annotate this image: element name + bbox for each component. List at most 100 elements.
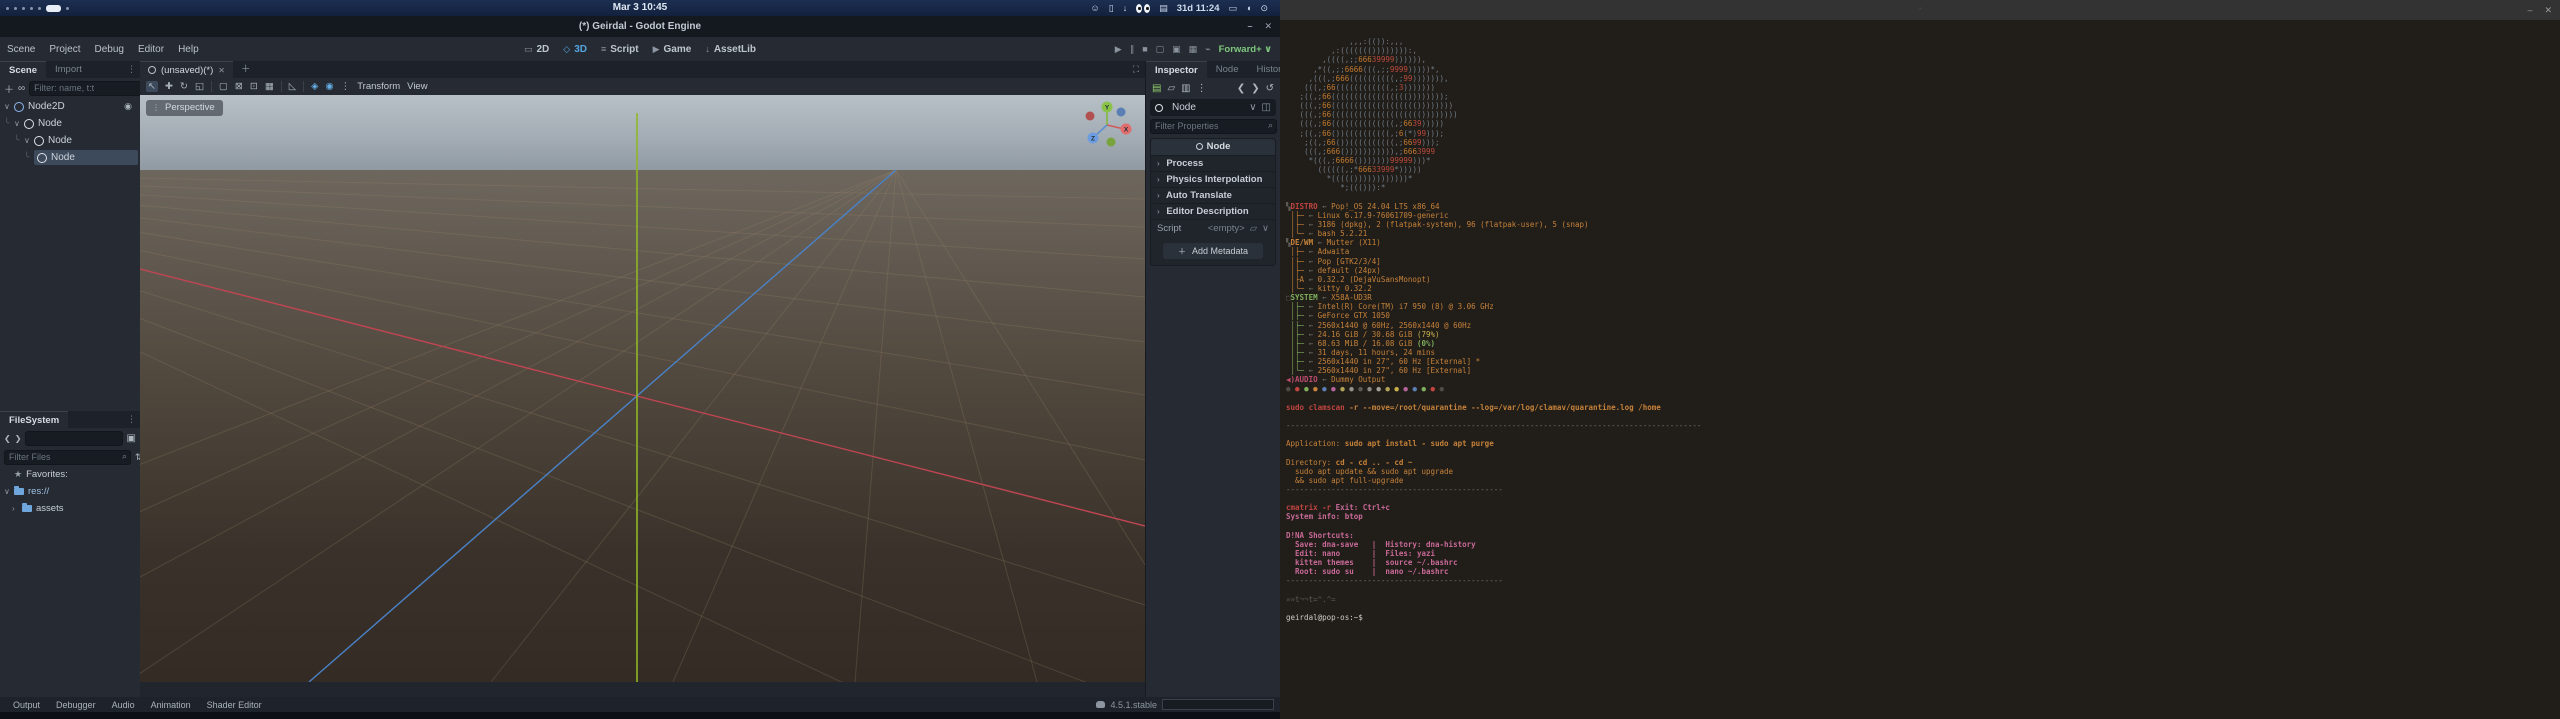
3d-viewport[interactable]: ⋮ Perspective Y X Z bbox=[140, 95, 1145, 682]
display-icon[interactable]: ▭ bbox=[1229, 0, 1238, 16]
download-icon[interactable]: ↓ bbox=[1123, 0, 1128, 16]
tab-scene[interactable]: Scene bbox=[0, 61, 46, 78]
close-button[interactable]: ✕ bbox=[2544, 5, 2552, 16]
add-metadata-button[interactable]: ＋ Add Metadata bbox=[1163, 243, 1263, 259]
view-menu[interactable]: View bbox=[407, 81, 427, 92]
godot-titlebar[interactable]: (*) Geirdal - Godot Engine – ✕ bbox=[0, 16, 1280, 37]
folder-row[interactable]: › assets bbox=[0, 500, 140, 517]
version-label[interactable]: 4.5.1.stable bbox=[1110, 700, 1157, 710]
category-editor-description[interactable]: › Editor Description bbox=[1151, 203, 1275, 219]
lock-button[interactable]: ⊠ bbox=[235, 81, 243, 92]
movie-maker-button[interactable]: ⌁ bbox=[1205, 44, 1210, 55]
notification-icon[interactable]: ☺ bbox=[1091, 0, 1100, 16]
object-section-header[interactable]: Node bbox=[1151, 139, 1275, 155]
battery-icon[interactable]: ▯ bbox=[1109, 0, 1114, 16]
tab-debugger[interactable]: Debugger bbox=[49, 700, 103, 710]
load-resource-button[interactable]: ▱ bbox=[1167, 83, 1175, 94]
close-tab-icon[interactable]: ✕ bbox=[218, 66, 225, 75]
chevron-down-icon[interactable]: ∨ bbox=[1262, 223, 1269, 234]
script-value[interactable]: <empty> bbox=[1208, 223, 1245, 234]
category-process[interactable]: › Process bbox=[1151, 155, 1275, 171]
terminal-titlebar[interactable]: · – ✕ bbox=[1280, 0, 2560, 20]
tab-filesystem[interactable]: FileSystem bbox=[0, 411, 69, 428]
res-root-row[interactable]: ∨ res:// bbox=[0, 483, 140, 500]
nav-forward-button[interactable]: ❯ bbox=[15, 434, 22, 443]
group-button[interactable]: ▦ bbox=[265, 81, 274, 92]
script-property-row[interactable]: Script <empty> ▱ ∨ bbox=[1151, 219, 1275, 237]
tree-row-selected[interactable]: ╰ Node bbox=[0, 149, 140, 166]
path-input[interactable] bbox=[25, 430, 123, 446]
play-scene-button[interactable]: ▣ bbox=[1172, 44, 1181, 55]
nav-back-button[interactable]: ❮ bbox=[4, 434, 11, 443]
category-auto-translate[interactable]: › Auto Translate bbox=[1151, 187, 1275, 203]
remote-debug-button[interactable]: ▢ bbox=[1156, 44, 1165, 55]
transform-menu[interactable]: Transform bbox=[357, 81, 400, 92]
dock-menu-icon[interactable]: ⋮ bbox=[123, 411, 140, 428]
chevron-right-icon[interactable]: › bbox=[12, 504, 22, 513]
instance-scene-button[interactable]: ∞ bbox=[18, 83, 25, 94]
tab-audio[interactable]: Audio bbox=[105, 700, 142, 710]
minimize-button[interactable]: – bbox=[2527, 5, 2532, 15]
ruler-tool[interactable]: ◺ bbox=[289, 81, 296, 92]
close-button[interactable]: ✕ bbox=[1264, 16, 1272, 37]
scene-filter-input[interactable] bbox=[29, 80, 157, 96]
edited-object-row[interactable]: Node ∨ ◫ bbox=[1150, 99, 1276, 116]
menu-help[interactable]: Help bbox=[171, 44, 206, 55]
unlock-button[interactable]: ⊡ bbox=[250, 81, 258, 92]
toolbar-menu-icon[interactable]: ⋮ bbox=[341, 81, 351, 92]
chevron-down-icon[interactable]: ∨ bbox=[1249, 102, 1256, 113]
visibility-icon[interactable]: ◉ bbox=[124, 101, 132, 112]
renderer-select[interactable]: Forward+ ∨ bbox=[1219, 44, 1272, 55]
expand-viewport-icon[interactable]: ⛶ bbox=[1127, 61, 1145, 78]
history-back-button[interactable]: ❮ bbox=[1237, 83, 1245, 94]
resource-menu-icon[interactable]: ⋮ bbox=[1197, 83, 1207, 94]
tab-node[interactable]: Node bbox=[1207, 61, 1248, 78]
menu-debug[interactable]: Debug bbox=[87, 44, 130, 55]
dock-menu-icon[interactable]: ⋮ bbox=[123, 61, 140, 78]
file-filter-input[interactable] bbox=[4, 449, 131, 465]
tab-import[interactable]: Import bbox=[46, 61, 91, 78]
add-node-button[interactable]: ＋ bbox=[4, 81, 14, 96]
chevron-down-icon[interactable]: ∨ bbox=[4, 102, 14, 111]
snap-toggle[interactable]: ◈ bbox=[311, 81, 318, 92]
tab-shader-editor[interactable]: Shader Editor bbox=[200, 700, 269, 710]
uptime-text[interactable]: 31d 11:24 bbox=[1177, 3, 1220, 14]
history-forward-button[interactable]: ❯ bbox=[1251, 83, 1259, 94]
tab-output[interactable]: Output bbox=[6, 700, 47, 710]
load-script-icon[interactable]: ▱ bbox=[1250, 223, 1257, 234]
play-custom-scene-button[interactable]: ▦ bbox=[1189, 44, 1198, 55]
object-history-button[interactable]: ↺ bbox=[1266, 83, 1274, 94]
stop-button[interactable]: ■ bbox=[1142, 44, 1147, 54]
clock[interactable]: Mar 3 10:45 bbox=[0, 0, 1280, 16]
play-button[interactable]: ▶ bbox=[1115, 44, 1122, 55]
save-resource-button[interactable]: ▥ bbox=[1181, 83, 1190, 94]
perspective-button[interactable]: ⋮ Perspective bbox=[146, 100, 223, 116]
menu-editor[interactable]: Editor bbox=[131, 44, 171, 55]
rotate-tool[interactable]: ↻ bbox=[180, 81, 188, 92]
chevron-down-icon[interactable]: ∨ bbox=[14, 119, 24, 128]
preview-environment-toggle[interactable]: ◉ bbox=[325, 81, 333, 92]
split-view-icon[interactable]: ▣ bbox=[127, 433, 136, 444]
volume-icon[interactable]: ◖ bbox=[1246, 0, 1251, 16]
menu-project[interactable]: Project bbox=[42, 44, 87, 55]
open-docs-icon[interactable]: ◫ bbox=[1262, 102, 1271, 113]
pause-button[interactable]: ∥ bbox=[1130, 44, 1135, 55]
terminal-screen[interactable]: ,,,:(()):,,, ,:((((((()))))))):, ,((((,;… bbox=[1280, 20, 2560, 719]
property-filter-input[interactable] bbox=[1150, 118, 1277, 134]
box-select-tool[interactable]: ▢ bbox=[219, 81, 228, 92]
tree-row[interactable]: ∨ Node2D ◉ bbox=[0, 98, 140, 115]
scale-tool[interactable]: ◱ bbox=[195, 81, 204, 92]
tab-animation[interactable]: Animation bbox=[144, 700, 198, 710]
chevron-down-icon[interactable]: ∨ bbox=[24, 136, 34, 145]
favorites-row[interactable]: ★ Favorites: bbox=[0, 466, 140, 483]
scene-tab[interactable]: (unsaved)(*) ✕ bbox=[140, 61, 233, 78]
category-physics-interpolation[interactable]: › Physics Interpolation bbox=[1151, 171, 1275, 187]
minimize-button[interactable]: – bbox=[1247, 16, 1252, 37]
tree-row[interactable]: ╰ ∨ Node bbox=[0, 115, 140, 132]
power-icon[interactable]: ⊙ bbox=[1260, 0, 1268, 16]
view-gizmo[interactable]: Y X Z bbox=[1081, 99, 1133, 151]
xeyes-icon[interactable] bbox=[1136, 3, 1151, 13]
add-scene-tab-button[interactable]: ＋ bbox=[233, 61, 259, 78]
select-tool[interactable]: ↖ bbox=[146, 81, 158, 92]
tree-row[interactable]: ╰ ∨ Node bbox=[0, 132, 140, 149]
